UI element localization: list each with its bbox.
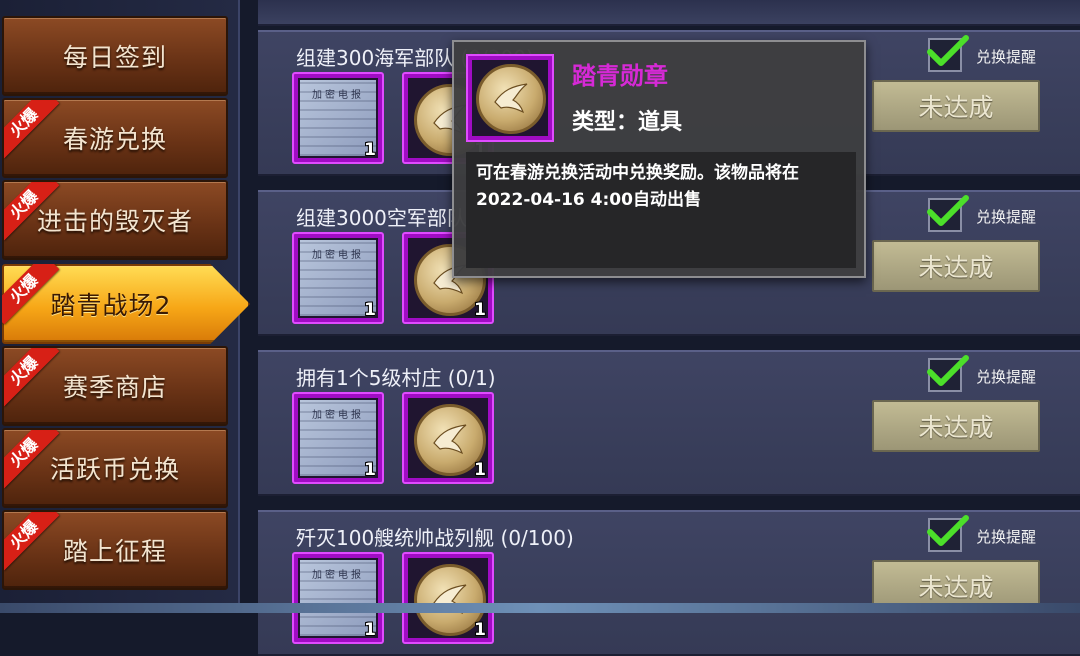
reminder-label: 兑换提醒 — [976, 528, 1037, 546]
reward-slot[interactable]: 加密电报 1 — [292, 232, 384, 324]
sidebar-tab-active-coin-exchange[interactable]: 火爆 活跃币兑换 — [2, 428, 228, 508]
reminder-checkbox[interactable] — [927, 35, 969, 72]
reward-count: 1 — [474, 300, 486, 320]
tooltip-item-name: 踏青勋章 — [572, 62, 668, 90]
quest-title: 拥有1个5级村庄 (0/1) — [296, 366, 496, 390]
exchange-reminder[interactable]: 兑换提醒 — [927, 35, 1080, 72]
tooltip-description: 可在春游兑换活动中兑换奖励。该物品将在2022-04-16 4:00自动出售 — [466, 152, 856, 268]
reward-count: 1 — [364, 460, 376, 480]
bottom-frame — [0, 603, 1080, 613]
quest-title: 歼灭100艘统帅战列舰 (0/100) — [296, 526, 574, 550]
reward-count: 1 — [364, 620, 376, 640]
reward-slot[interactable]: 加密电报 1 — [292, 392, 384, 484]
quest-row: 歼灭100艘统帅战列舰 (0/100) 加密电报 1 1 兑换提醒 未达成 — [258, 510, 1080, 656]
exchange-reminder[interactable]: 兑换提醒 — [927, 515, 1080, 552]
sidebar-tab-spring-exchange[interactable]: 火爆 春游兑换 — [2, 98, 228, 178]
sidebar-tab-label: 每日签到 — [62, 43, 167, 72]
reminder-label: 兑换提醒 — [976, 208, 1037, 226]
reward-count: 1 — [364, 140, 376, 160]
sidebar-tab-season-shop[interactable]: 火爆 赛季商店 — [2, 346, 228, 426]
exchange-reminder[interactable]: 兑换提醒 — [927, 195, 1080, 232]
reward-count: 1 — [364, 300, 376, 320]
not-achieved-button[interactable]: 未达成 — [872, 240, 1040, 292]
previous-row-edge — [258, 0, 1080, 26]
not-achieved-button[interactable]: 未达成 — [872, 80, 1040, 132]
exchange-reminder[interactable]: 兑换提醒 — [927, 355, 1080, 392]
reminder-checkbox[interactable] — [927, 355, 969, 392]
tooltip-item-type: 类型：道具 — [572, 110, 683, 135]
sidebar-tab-advancing-destroyer[interactable]: 火爆 进击的毁灭者 — [2, 180, 228, 260]
reminder-checkbox[interactable] — [927, 195, 969, 232]
medal-icon — [476, 64, 546, 134]
reward-count: 1 — [474, 620, 486, 640]
sidebar-tab-embark-journey[interactable]: 火爆 踏上征程 — [2, 510, 228, 590]
reward-count: 1 — [474, 460, 486, 480]
quest-row: 拥有1个5级村庄 (0/1) 加密电报 1 1 兑换提醒 未达成 — [258, 350, 1080, 496]
sidebar-tab-daily-signin[interactable]: 每日签到 — [2, 16, 228, 96]
reward-slot[interactable]: 1 — [402, 392, 494, 484]
reward-slot[interactable]: 加密电报 1 — [292, 72, 384, 164]
reward-slot[interactable]: 加密电报 1 — [292, 552, 384, 644]
reminder-checkbox[interactable] — [927, 515, 969, 552]
sidebar-tab-spring-battlefield-2[interactable]: 火爆 踏青战场2 — [2, 264, 250, 344]
reminder-label: 兑换提醒 — [976, 48, 1037, 66]
activity-sidebar: 每日签到 火爆 春游兑换 火爆 进击的毁灭者 火爆 踏青战场2 火爆 赛季商店 … — [0, 0, 250, 605]
reward-slot[interactable]: 1 — [402, 552, 494, 644]
reminder-label: 兑换提醒 — [976, 368, 1037, 386]
tooltip-item-frame — [466, 54, 554, 142]
not-achieved-button[interactable]: 未达成 — [872, 400, 1040, 452]
item-tooltip: 踏青勋章 类型：道具 可在春游兑换活动中兑换奖励。该物品将在2022-04-16… — [452, 40, 866, 278]
